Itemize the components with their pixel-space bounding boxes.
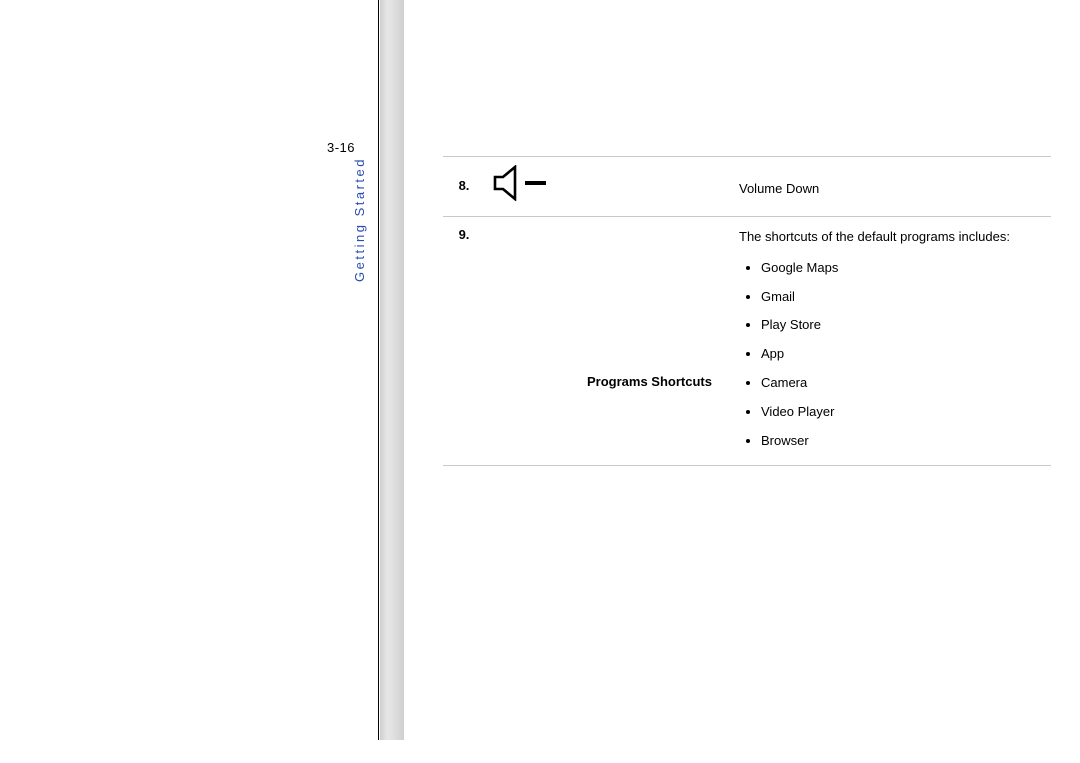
list-item: Play Store [761, 311, 1045, 340]
row-description: Volume Down [733, 157, 1051, 217]
page-number: 3-16 [327, 140, 355, 155]
row-intro: The shortcuts of the default programs in… [739, 227, 1045, 248]
table-row: 9. Programs Shortcuts The shortcuts of t… [443, 217, 1051, 466]
list-item: Google Maps [761, 254, 1045, 283]
page: 3-16 Getting Started 8. [0, 0, 1080, 763]
table-row: 8. Volume Down [443, 157, 1051, 217]
list-item: App [761, 340, 1045, 369]
list-item: Browser [761, 427, 1045, 456]
spine-line [378, 0, 379, 740]
content-area: 8. Volume Down 9. Pr [443, 156, 1051, 466]
row-icon-cell [485, 217, 581, 466]
volume-down-icon [491, 165, 553, 206]
row-description: The shortcuts of the default programs in… [733, 217, 1051, 466]
feature-table: 8. Volume Down 9. Pr [443, 156, 1051, 466]
list-item: Camera [761, 369, 1045, 398]
row-label: Programs Shortcuts [581, 217, 733, 466]
list-item: Video Player [761, 398, 1045, 427]
row-number: 8. [443, 157, 485, 217]
section-title: Getting Started [352, 157, 367, 282]
list-item: Gmail [761, 283, 1045, 312]
spine-shade [380, 0, 404, 740]
row-number: 9. [443, 217, 485, 466]
row-icon-cell [485, 157, 733, 217]
shortcut-list: Google Maps Gmail Play Store App Camera … [739, 254, 1045, 456]
